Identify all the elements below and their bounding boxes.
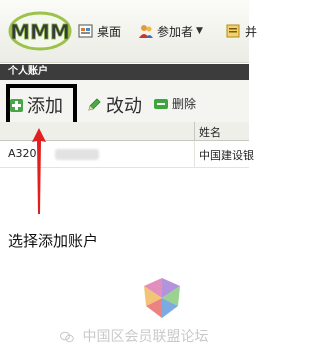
mmm-logo[interactable]: MMM xyxy=(8,10,72,52)
nav-desktop[interactable]: 桌面 xyxy=(78,21,121,41)
red-arrow-annotation xyxy=(32,128,46,214)
menu-icon xyxy=(226,24,240,38)
minus-icon xyxy=(154,98,168,109)
name-cell: 中国建设银 xyxy=(199,149,254,162)
forum-watermark-text: 中国区会员联盟论坛 xyxy=(82,329,209,345)
users-icon xyxy=(139,25,153,38)
instruction-caption: 选择添加账户 xyxy=(8,232,99,250)
pencil-icon xyxy=(88,98,101,111)
edit-button-label: 改动 xyxy=(106,96,142,117)
column-divider xyxy=(194,141,195,167)
nav-desktop-label: 桌面 xyxy=(97,24,122,39)
nav-more-label: 并 xyxy=(245,24,258,39)
forum-watermark-logo xyxy=(144,278,180,318)
nav-participants-label: 参加者 xyxy=(157,24,194,39)
forum-watermark: 中国区会员联盟论坛 xyxy=(60,326,208,346)
wechat-icon xyxy=(60,331,74,343)
column-header-name[interactable]: 姓名 xyxy=(199,124,221,140)
top-nav-bar: MMM 桌面 参加者 ▼ 并 xyxy=(0,0,257,63)
nav-participants[interactable]: 参加者 ▼ xyxy=(138,21,203,41)
chevron-down-icon: ▼ xyxy=(196,26,203,36)
column-divider xyxy=(194,122,195,140)
section-title: 个人账户 xyxy=(0,64,249,80)
redacted-account-digits xyxy=(55,149,99,160)
delete-button[interactable]: 删除 xyxy=(154,95,196,112)
edit-button[interactable]: 改动 xyxy=(86,92,142,118)
desktop-icon xyxy=(78,24,93,38)
svg-text:MMM: MMM xyxy=(10,20,70,44)
delete-button-label: 删除 xyxy=(172,97,197,111)
nav-more[interactable]: 并 xyxy=(226,21,257,41)
